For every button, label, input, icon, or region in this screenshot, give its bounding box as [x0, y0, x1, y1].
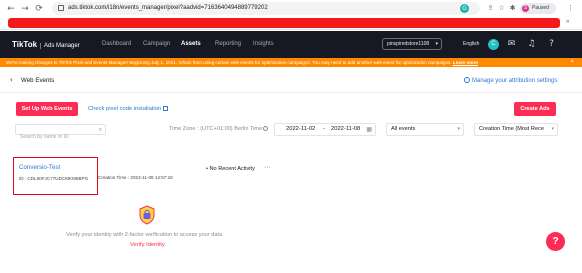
close-icon[interactable]: × — [570, 58, 574, 67]
events-select-value: All events — [391, 126, 416, 132]
event-id: ID : CDL60FJC77UDCMKM6BPG — [19, 176, 89, 181]
nav-reporting[interactable]: Reporting — [215, 41, 241, 47]
event-name-link[interactable]: Conversio-Test — [19, 164, 60, 171]
page-title: Web Events — [21, 77, 55, 84]
attribution-link-text: Manage your attribution settings — [472, 78, 558, 84]
language-selector[interactable]: English — [463, 41, 479, 47]
forward-arrow-icon[interactable]: → — [20, 4, 30, 14]
profile-avatar: S — [522, 5, 529, 12]
notification-bell-icon[interactable]: ♫ — [526, 39, 537, 50]
share-icon[interactable]: ⇪ — [486, 4, 495, 13]
lock-icon — [58, 5, 64, 11]
browser-menu-icon[interactable]: ⋮ — [566, 4, 575, 13]
notice-banner: We're making changes to TikTok Pixel and… — [0, 58, 582, 67]
verify-identity-link[interactable]: Verify Identity — [130, 242, 165, 248]
logo-text: TikTok — [12, 40, 38, 49]
date-range-picker[interactable]: 2022-11-02 - 2022-11-08 ▦ — [274, 123, 376, 136]
top-navigation-bar: TikTok Ads Manager Dashboard Campaign Ass… — [0, 31, 582, 58]
account-name: pinspiredstore1108 — [387, 41, 430, 47]
redacted-bookmarks-bar — [8, 18, 560, 28]
settings-circle-icon — [464, 77, 470, 83]
search-box[interactable]: ⌕ — [15, 124, 106, 142]
user-avatar[interactable]: C — [488, 39, 499, 50]
puzzle-icon[interactable]: ✱ — [508, 4, 517, 13]
create-ads-button[interactable]: Create Ads — [514, 102, 556, 116]
timezone-label: Time Zone : (UTC+01:00) Berlin Time — [169, 126, 269, 132]
divider — [0, 92, 582, 93]
profile-status: Paused — [532, 5, 549, 11]
more-options-icon[interactable]: ··· — [264, 164, 271, 171]
chevron-down-icon: ▾ — [551, 126, 554, 132]
activity-text: No Recent Activity — [209, 166, 255, 172]
date-separator: - — [323, 126, 325, 132]
nav-dashboard[interactable]: Dashboard — [102, 41, 131, 47]
page-header: ‹ Web Events Manage your attribution set… — [0, 74, 582, 90]
search-input[interactable] — [16, 132, 92, 142]
browser-chrome: ← → ⟳ ads.tiktok.com/i18n/events_manager… — [0, 0, 582, 30]
date-end: 2022-11-08 — [331, 126, 361, 132]
reload-icon[interactable]: ⟳ — [34, 4, 44, 14]
learn-more-link[interactable]: Learn more — [453, 60, 478, 65]
help-question-icon[interactable]: ? — [546, 39, 557, 50]
address-bar[interactable]: ads.tiktok.com/i18n/events_manager/pixel… — [52, 2, 480, 15]
external-link-icon — [163, 106, 169, 111]
timezone-text: Time Zone : (UTC+01:00) Berlin Time — [169, 126, 263, 132]
logo-subtitle: Ads Manager — [40, 43, 80, 49]
date-start: 2022-11-02 — [286, 126, 316, 132]
check-pixel-installation-link[interactable]: Check pixel code installation — [88, 106, 169, 112]
extension-g-icon[interactable]: G — [460, 4, 469, 13]
help-question-icon[interactable]: ? — [546, 232, 565, 251]
mail-icon[interactable]: ✉ — [506, 39, 517, 50]
nav-assets[interactable]: Assets — [181, 41, 201, 47]
sort-select-value: Creation Time (Most Rece — [479, 126, 544, 132]
nav-insights[interactable]: Insights — [253, 41, 274, 47]
tiktok-logo[interactable]: TikTok Ads Manager — [12, 40, 80, 49]
chevron-down-icon: ▾ — [435, 41, 438, 47]
shield-verify-icon — [139, 205, 155, 225]
url-text: ads.tiktok.com/i18n/events_manager/pixel… — [68, 5, 268, 11]
star-icon[interactable]: ☆ — [497, 4, 506, 13]
account-selector[interactable]: pinspiredstore1108 ▾ — [382, 38, 442, 50]
set-up-web-events-button[interactable]: Set Up Web Events — [16, 102, 78, 116]
calendar-icon: ▦ — [366, 126, 372, 133]
search-icon: ⌕ — [98, 126, 102, 133]
verify-message: Verify your identity with 2-factor verif… — [66, 232, 223, 238]
chevron-down-icon: ▾ — [457, 126, 460, 132]
attribution-settings-link[interactable]: Manage your attribution settings — [464, 77, 557, 84]
event-activity-status: • No Recent Activity — [206, 166, 255, 172]
bookmarks-overflow-icon[interactable]: » — [566, 19, 569, 25]
back-chevron-icon[interactable]: ‹ — [10, 76, 13, 84]
back-arrow-icon[interactable]: ← — [6, 4, 16, 14]
nav-campaign[interactable]: Campaign — [143, 41, 170, 47]
check-pixel-text: Check pixel code installation — [88, 106, 162, 112]
profile-paused-chip[interactable]: S Paused — [520, 3, 556, 14]
info-question-icon — [263, 126, 269, 131]
event-creation-time: Creation Time : 2022-11-08 14:57:18 — [98, 175, 173, 180]
events-filter-select[interactable]: All events ▾ — [386, 123, 464, 136]
sort-select[interactable]: Creation Time (Most Rece ▾ — [474, 123, 558, 136]
highlighted-event-card: Conversio-Test ID : CDL60FJC77UDCMKM6BPG — [13, 157, 98, 195]
notice-text: We're making changes to TikTok Pixel and… — [6, 60, 452, 65]
